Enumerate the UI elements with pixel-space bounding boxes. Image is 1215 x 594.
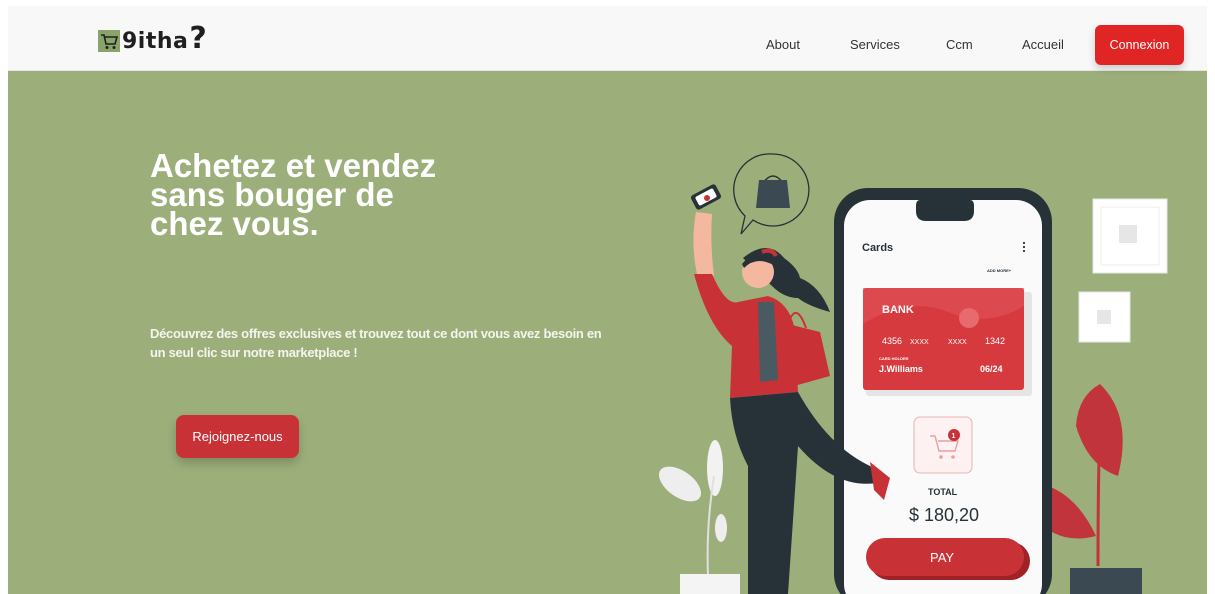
page-frame: 9itha ? About Services Ccm Accueil Conne… [8,6,1207,594]
card-bank-name: BANK [882,304,914,316]
cart-icon[interactable] [913,416,973,474]
phone-title: Cards [862,242,893,254]
card-holder-label: CARD HOLDER [879,356,909,361]
more-vertical-icon[interactable] [1022,241,1026,253]
card-number-3: XXXX [948,339,967,346]
card-number-1: 4356 [882,336,902,346]
pay-button-label: PAY [930,550,954,565]
total-value: $ 180,20 [909,505,979,525]
card-holder-name: J.Williams [879,364,923,374]
shopping-bag-icon [756,175,790,208]
plant-left [658,440,740,594]
cart-badge-count: 1 [952,433,956,440]
wall-frame-large [1092,198,1168,274]
wall-frame-small [1078,291,1131,343]
add-more-link[interactable]: ADD MORE+ [987,268,1012,273]
total-label: TOTAL [928,487,958,497]
card-number-2: XXXX [910,339,929,346]
card-number-4: 1342 [985,336,1005,346]
hero-illustration: Cards ADD MORE+ BANK 4356 XXXX XXXX 1342… [658,153,1168,594]
card-expiry: 06/24 [980,364,1003,374]
